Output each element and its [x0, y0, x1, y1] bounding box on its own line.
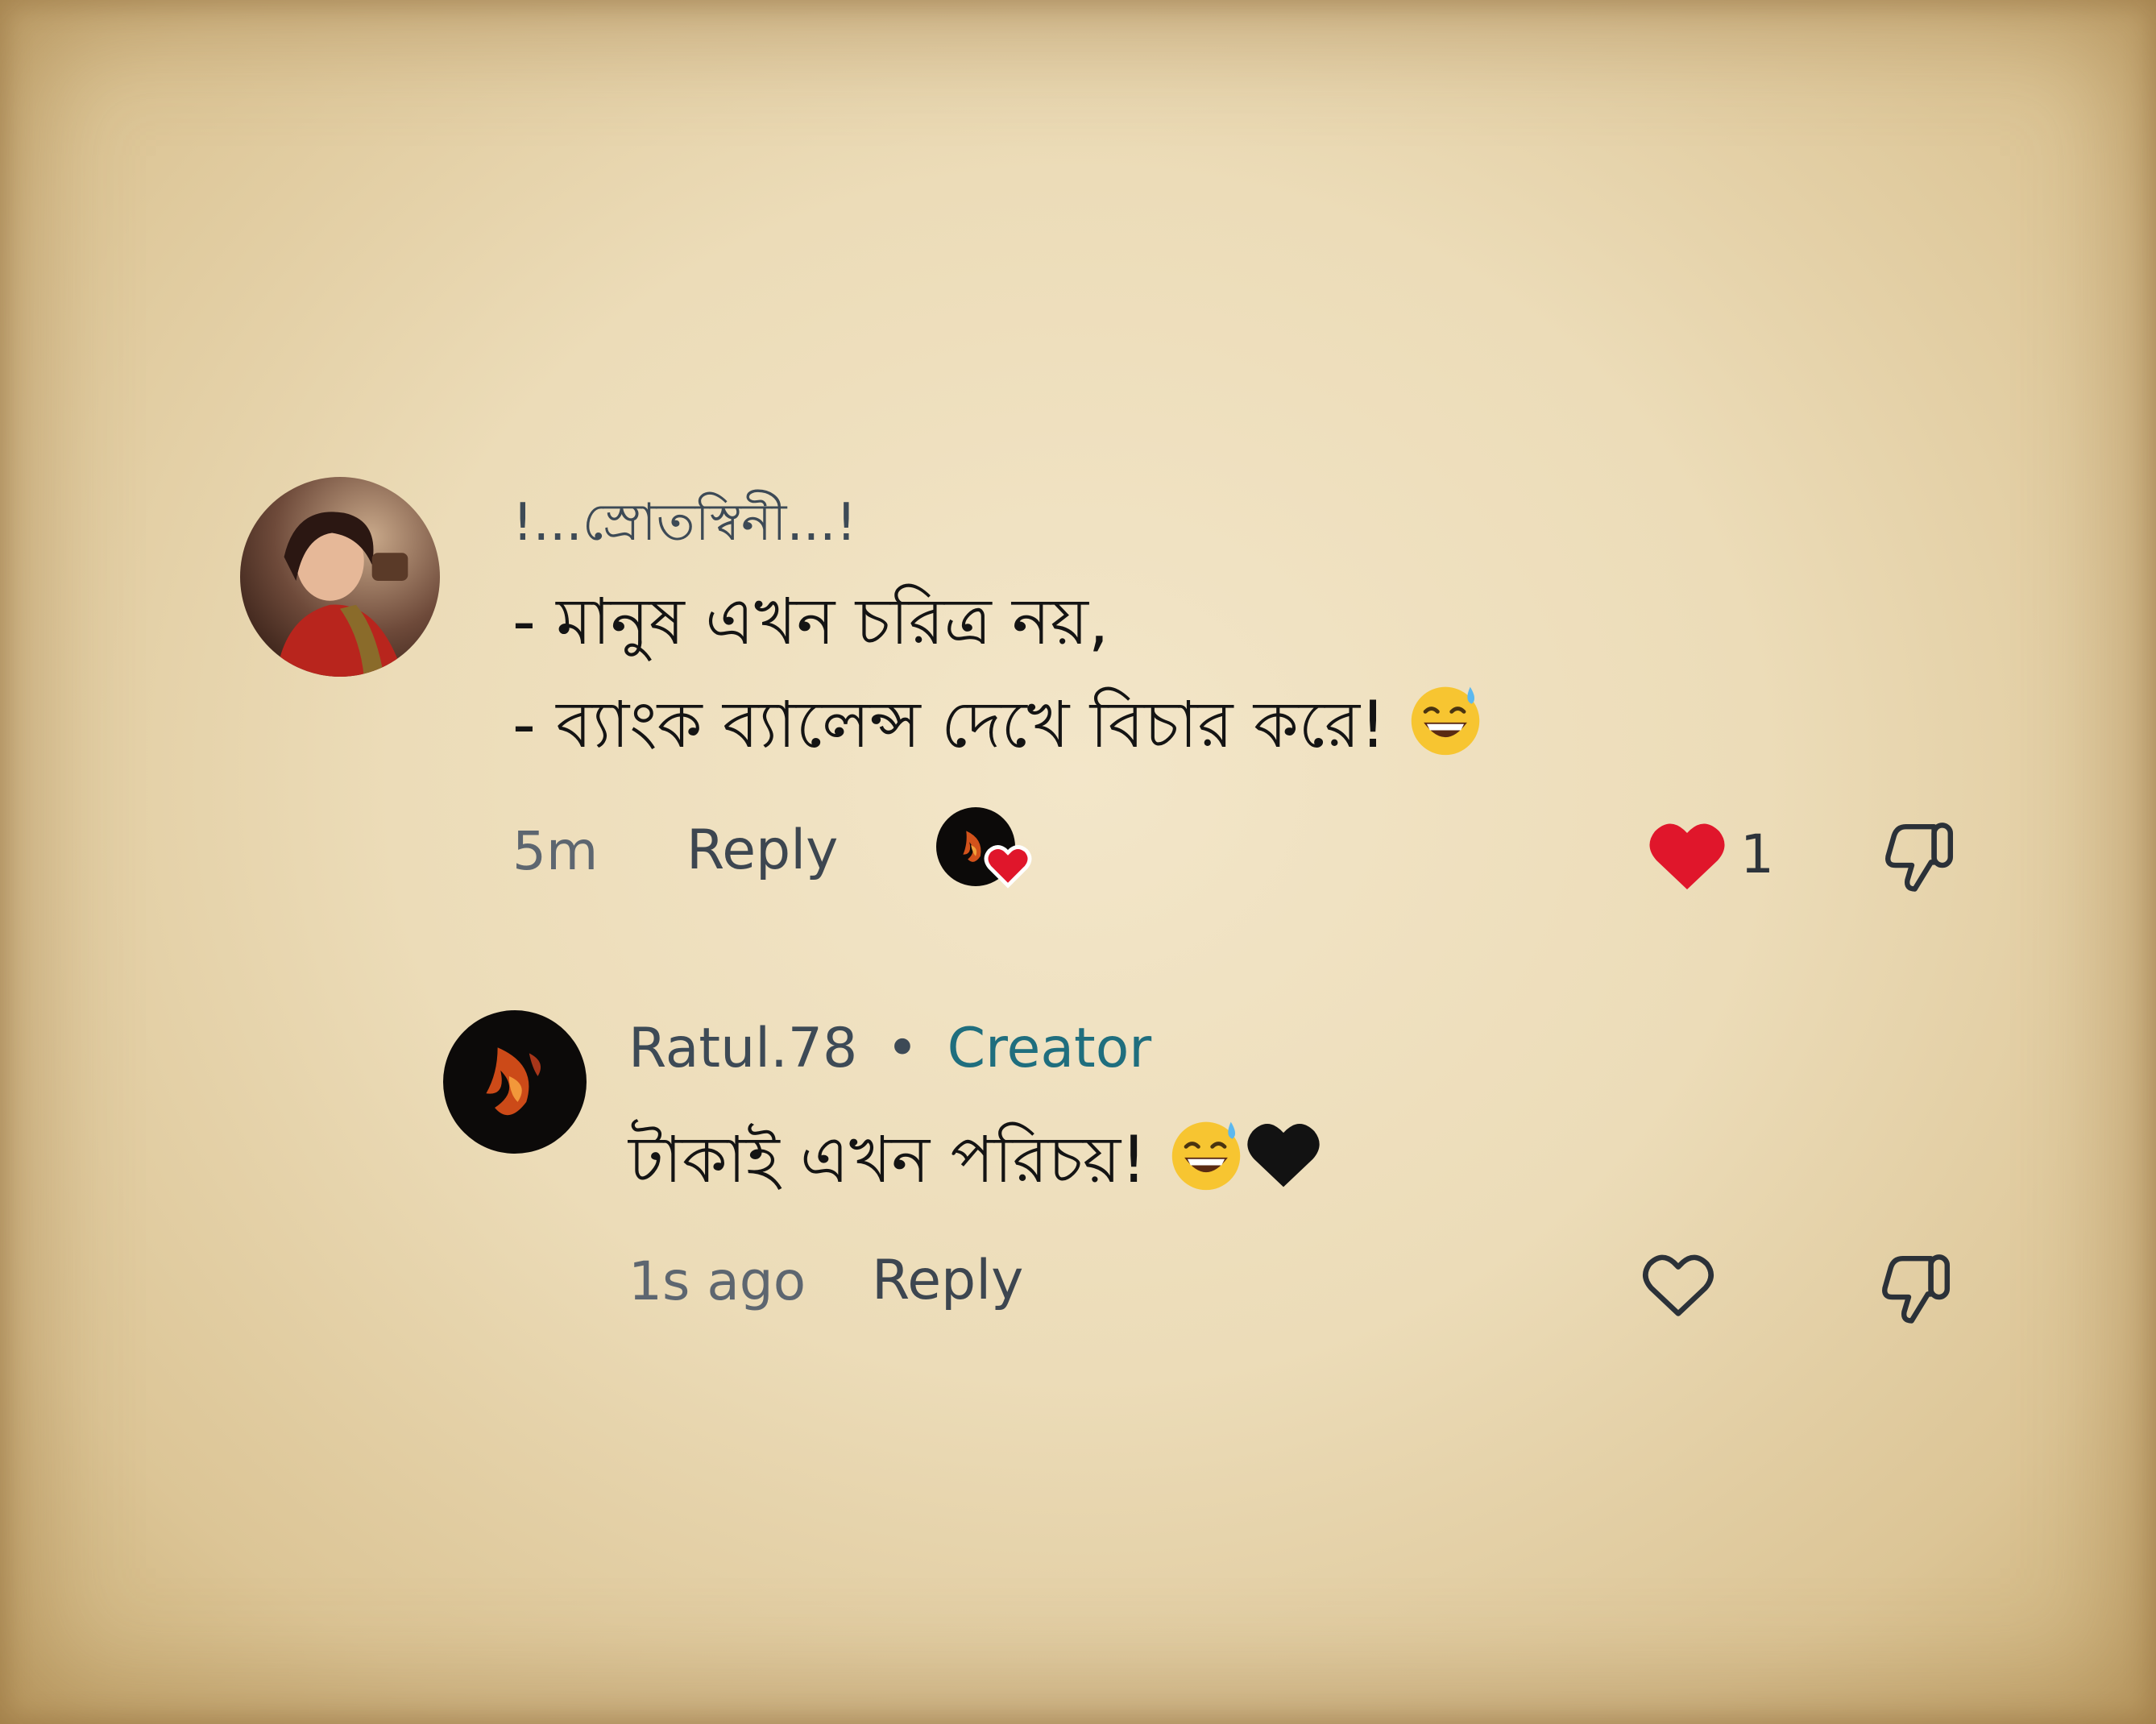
comment-text-line-content: টাকাই এখন পরিচয়! — [628, 1122, 1147, 1197]
paper-background — [0, 0, 2156, 1724]
comment-username[interactable]: !...স্রোতস্বিনী...! — [512, 483, 856, 570]
comment-text-line-content: - ব্যাংক ব্যালেন্স দেখে বিচার করে! — [512, 687, 1387, 762]
reply-button[interactable]: Reply — [872, 1249, 1023, 1312]
creator-badge: Creator — [947, 1017, 1152, 1080]
like-button[interactable] — [1647, 818, 1727, 893]
grinning-sweat-emoji — [1167, 1116, 1245, 1193]
heart-icon — [983, 841, 1033, 889]
separator-dot: • — [885, 1017, 918, 1080]
black-heart-emoji — [1245, 1116, 1322, 1193]
reply-button[interactable]: Reply — [686, 818, 838, 882]
comment-text-line: টাকাই এখন পরিচয়! — [628, 1110, 1322, 1218]
comment-username[interactable]: Ratul.78 — [628, 1017, 857, 1080]
thumbs-down-icon[interactable] — [1884, 818, 1958, 894]
comment-time: 5m — [512, 820, 599, 882]
comment-text-line: - ব্যাংক ব্যালেন্স দেখে বিচার করে! — [512, 675, 1484, 783]
avatar[interactable] — [443, 1010, 587, 1154]
grinning-sweat-emoji — [1407, 681, 1484, 758]
heart-outline-icon[interactable] — [1640, 1250, 1716, 1320]
comment-text-line: - মানুষ এখন চরিত্র নয়, — [512, 584, 1109, 659]
comment-time: 1s ago — [628, 1250, 806, 1312]
creator-liked-indicator — [936, 807, 1033, 896]
thumbs-down-icon[interactable] — [1880, 1250, 1955, 1326]
comment-header: Ratul.78 • Creator — [628, 1017, 1151, 1080]
like-count: 1 — [1740, 823, 1774, 885]
avatar[interactable] — [240, 477, 440, 677]
